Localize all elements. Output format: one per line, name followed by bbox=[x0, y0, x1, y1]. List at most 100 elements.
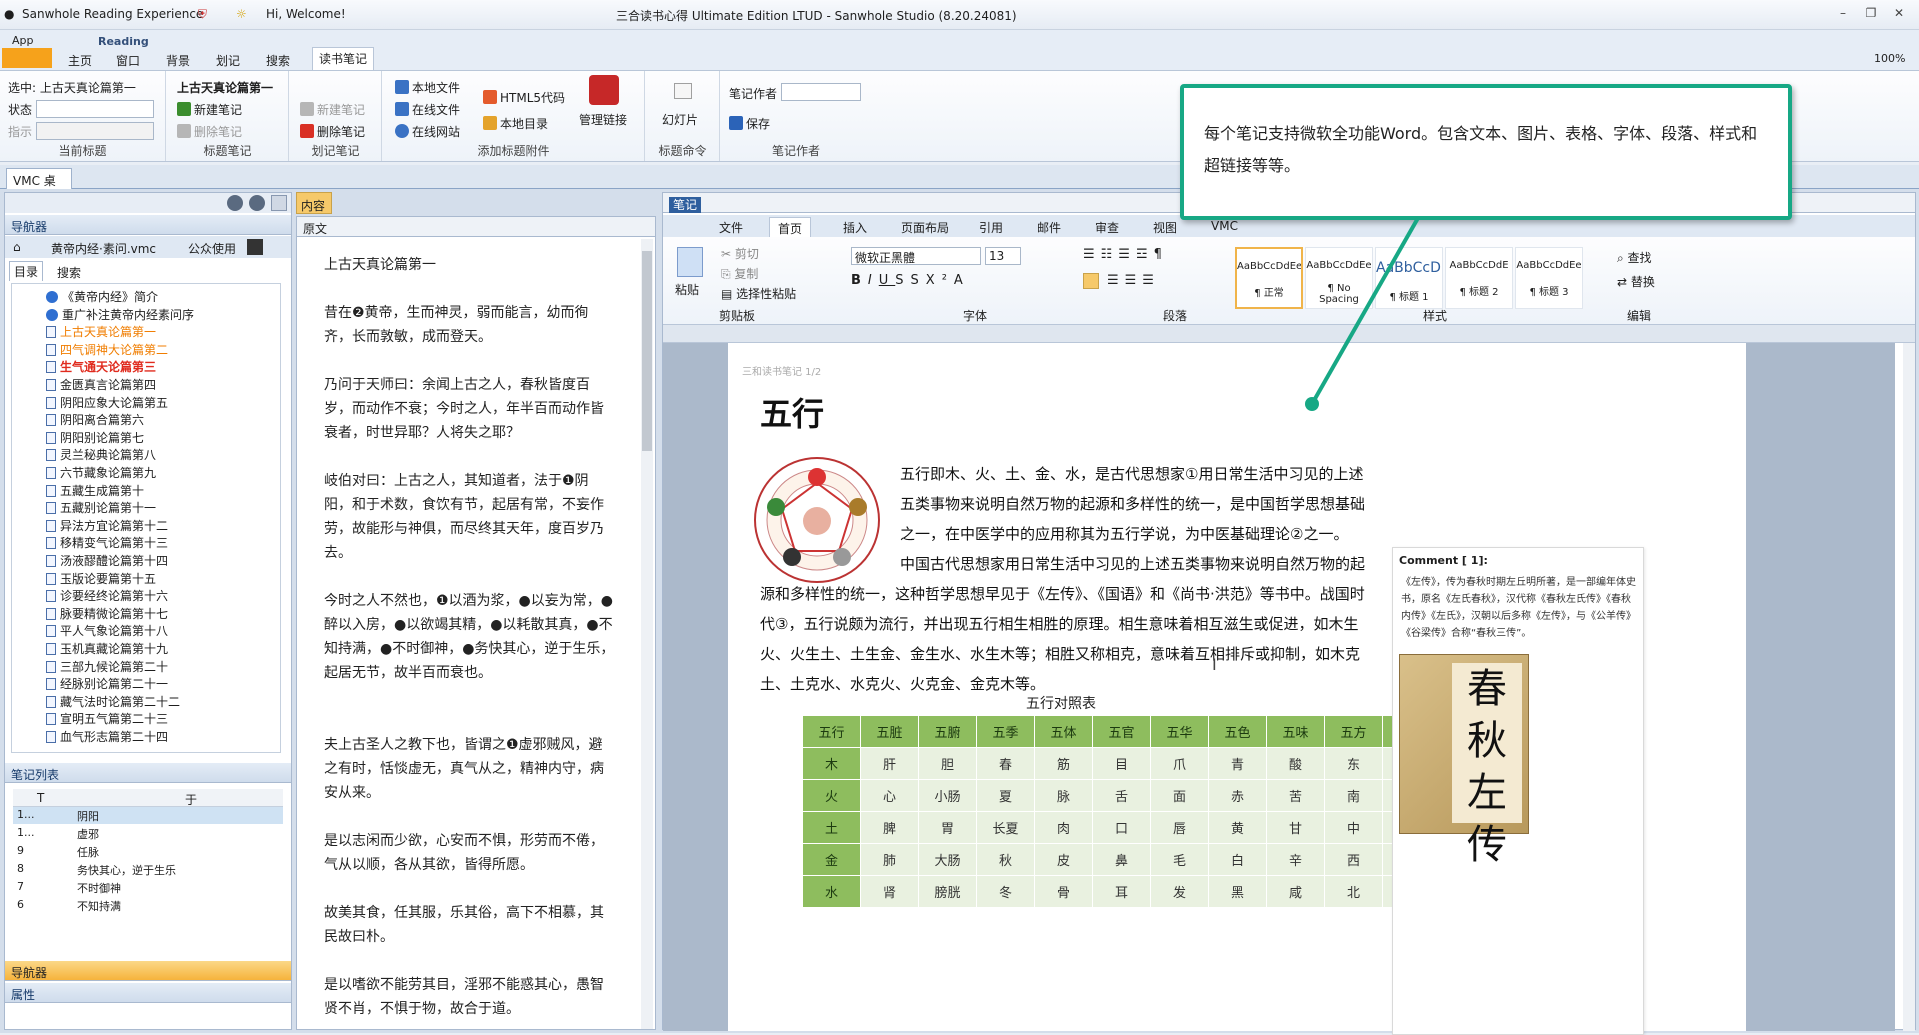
table-cell[interactable]: 肺 bbox=[860, 843, 919, 876]
toc-item[interactable]: 阴阳离合篇第六 bbox=[46, 411, 144, 429]
note-row[interactable]: 1... 虚邪 bbox=[13, 825, 283, 842]
table-cell[interactable]: 酸 bbox=[1266, 747, 1325, 780]
table-cell[interactable]: 舌 bbox=[1092, 779, 1151, 812]
minimize-icon[interactable]: – bbox=[1834, 6, 1852, 22]
note-row[interactable]: 1... 阴阳 bbox=[13, 807, 283, 824]
pane-toggle-icon[interactable] bbox=[271, 195, 287, 211]
toc-item[interactable]: 经脉别论篇第二十一 bbox=[46, 675, 168, 693]
table-cell[interactable]: 中 bbox=[1324, 811, 1383, 844]
table-cell[interactable]: 白 bbox=[1208, 843, 1267, 876]
word-tab[interactable]: VMC bbox=[1203, 217, 1246, 237]
toc-item[interactable]: 脉要精微论篇第十七 bbox=[46, 605, 168, 623]
toc-item[interactable]: 宣明五气篇第二十三 bbox=[46, 710, 168, 728]
doc-scrollbar[interactable] bbox=[1903, 343, 1915, 1031]
table-cell[interactable]: 膀胱 bbox=[918, 875, 977, 908]
word-tab[interactable]: 审查 bbox=[1087, 217, 1127, 237]
table-cell[interactable]: 赤 bbox=[1208, 779, 1267, 812]
table-cell[interactable]: 木 bbox=[802, 747, 861, 780]
delete-note-button[interactable]: 删除笔记 bbox=[177, 123, 242, 140]
paragraph-1[interactable]: 五行即木、火、土、金、水，是古代思想家①用日常生活中习见的上述五类事物来说明自然… bbox=[900, 459, 1376, 549]
back-icon[interactable] bbox=[227, 195, 243, 211]
bottom-props-tab[interactable]: 属性 bbox=[5, 983, 291, 1003]
table-cell[interactable]: 长夏 bbox=[976, 811, 1035, 844]
table-cell[interactable]: 火 bbox=[802, 779, 861, 812]
table-cell[interactable]: 胆 bbox=[918, 747, 977, 780]
replace-button[interactable]: ⇄ 替换 bbox=[1617, 273, 1655, 290]
note-author-input[interactable] bbox=[781, 83, 861, 101]
table-cell[interactable]: 口 bbox=[1092, 811, 1151, 844]
html5-button[interactable]: HTML5代码 bbox=[483, 89, 565, 106]
scroll-thumb[interactable] bbox=[642, 251, 652, 451]
toc-item[interactable]: 灵兰秘典论篇第八 bbox=[46, 446, 156, 464]
table-cell[interactable]: 北 bbox=[1324, 875, 1383, 908]
original-paragraph[interactable]: 上古天真论篇第一 bbox=[324, 253, 616, 277]
toc-item[interactable]: 金匮真言论篇第四 bbox=[46, 376, 156, 394]
online-site-button[interactable]: 在线网站 bbox=[395, 123, 460, 140]
tab-mark[interactable]: 划记 bbox=[210, 50, 246, 69]
table-cell[interactable]: 肉 bbox=[1034, 811, 1093, 844]
align-buttons[interactable]: ☰☰☰ bbox=[1107, 273, 1160, 288]
table-cell[interactable]: 黄 bbox=[1208, 811, 1267, 844]
table-cell[interactable]: 黑 bbox=[1208, 875, 1267, 908]
cut-button[interactable]: ✂ 剪切 bbox=[721, 245, 759, 262]
word-tab[interactable]: 引用 bbox=[971, 217, 1011, 237]
tab-background[interactable]: 背景 bbox=[160, 50, 196, 69]
tab-window[interactable]: 窗口 bbox=[110, 50, 146, 69]
table-cell[interactable]: 骨 bbox=[1034, 875, 1093, 908]
paste-button[interactable]: 粘贴 bbox=[675, 281, 699, 298]
note-row[interactable]: 6 不知持满 bbox=[13, 897, 283, 914]
table-cell[interactable]: 目 bbox=[1092, 747, 1151, 780]
qr-icon[interactable] bbox=[247, 239, 263, 255]
style-option[interactable]: AaBbCcDdEe ¶ 标题 3 bbox=[1515, 247, 1583, 309]
new-mark-note-button[interactable]: 新建笔记 bbox=[300, 101, 365, 118]
table-cell[interactable]: 青 bbox=[1208, 747, 1267, 780]
style-option[interactable]: AaBbCcDdE ¶ 标题 2 bbox=[1445, 247, 1513, 309]
table-cell[interactable]: 筋 bbox=[1034, 747, 1093, 780]
tab-search[interactable]: 搜索 bbox=[260, 50, 296, 69]
delete-mark-note-button[interactable]: 删除笔记 bbox=[300, 123, 365, 140]
table-cell[interactable]: 毛 bbox=[1150, 843, 1209, 876]
table-cell[interactable]: 鼻 bbox=[1092, 843, 1151, 876]
save-button[interactable]: 保存 bbox=[729, 115, 770, 132]
comment-balloon[interactable]: Comment [ 1]: 《左传》，传为春秋时期左丘明所著，是一部编年体史书，… bbox=[1392, 547, 1644, 1035]
table-cell[interactable]: 发 bbox=[1150, 875, 1209, 908]
pointer-select[interactable] bbox=[36, 122, 154, 140]
table-cell[interactable]: 胃 bbox=[918, 811, 977, 844]
style-option[interactable]: AaBbCcDdEe ¶ 正常 bbox=[1235, 247, 1303, 309]
toc-item[interactable]: 汤液醪醴论篇第十四 bbox=[46, 552, 168, 570]
toc-item[interactable]: 五藏生成篇第十 bbox=[46, 482, 144, 500]
table-cell[interactable]: 脉 bbox=[1034, 779, 1093, 812]
font-size-select[interactable]: 13 bbox=[985, 247, 1021, 265]
document-heading[interactable]: 五行 bbox=[760, 389, 824, 435]
word-tab[interactable]: 邮件 bbox=[1029, 217, 1069, 237]
state-select[interactable] bbox=[36, 100, 154, 118]
word-tab[interactable]: 视图 bbox=[1145, 217, 1185, 237]
table-cell[interactable]: 咸 bbox=[1266, 875, 1325, 908]
table-cell[interactable]: 爪 bbox=[1150, 747, 1209, 780]
tab-content[interactable]: 内容 bbox=[296, 192, 332, 214]
tab-reading-notes[interactable]: 读书笔记 bbox=[312, 47, 375, 70]
toc-item[interactable]: 《黄帝内经》简介 bbox=[46, 288, 158, 306]
note-row[interactable]: 8 务快其心，逆于生乐 bbox=[13, 861, 283, 878]
original-paragraph[interactable]: 今时之人不然也，❶以酒为浆，●以妄为常，●醉以入房，●以欲竭其精，●以耗散其真，… bbox=[324, 589, 616, 685]
table-cell[interactable]: 土 bbox=[802, 811, 861, 844]
table-cell[interactable]: 东 bbox=[1324, 747, 1383, 780]
word-tab[interactable]: 首页 bbox=[769, 217, 812, 237]
tab-vmc-desktop[interactable]: VMC 桌面 bbox=[6, 168, 72, 205]
table-cell[interactable]: 皮 bbox=[1034, 843, 1093, 876]
font-format-buttons[interactable]: BIUSSX²A bbox=[851, 273, 970, 288]
note-tab[interactable]: 笔记 bbox=[669, 197, 702, 213]
shield-icon[interactable]: ⛨ bbox=[198, 7, 207, 22]
local-file-button[interactable]: 本地文件 bbox=[395, 79, 460, 96]
table-cell[interactable]: 金 bbox=[802, 843, 861, 876]
toc-item[interactable]: 三部九候论篇第二十 bbox=[46, 658, 168, 676]
forward-icon[interactable] bbox=[249, 195, 265, 211]
toc-item[interactable]: 藏气法时论篇第二十二 bbox=[46, 693, 180, 711]
table-cell[interactable]: 耳 bbox=[1092, 875, 1151, 908]
tab-nav-search[interactable]: 搜索 bbox=[53, 263, 85, 282]
original-paragraph[interactable]: 岐伯对曰：上古之人，其知道者，法于❶阴阳，和于术数，食饮有节，起居有常，不妄作劳… bbox=[324, 469, 616, 565]
table-cell[interactable]: 水 bbox=[802, 875, 861, 908]
table-cell[interactable]: 辛 bbox=[1266, 843, 1325, 876]
table-cell[interactable]: 夏 bbox=[976, 779, 1035, 812]
five-elements-table[interactable]: 五行五脏五腑五季五体五官五华五色五味五方五声木肝胆春筋目爪青酸东呼火心小肠夏脉舌… bbox=[802, 715, 1441, 908]
